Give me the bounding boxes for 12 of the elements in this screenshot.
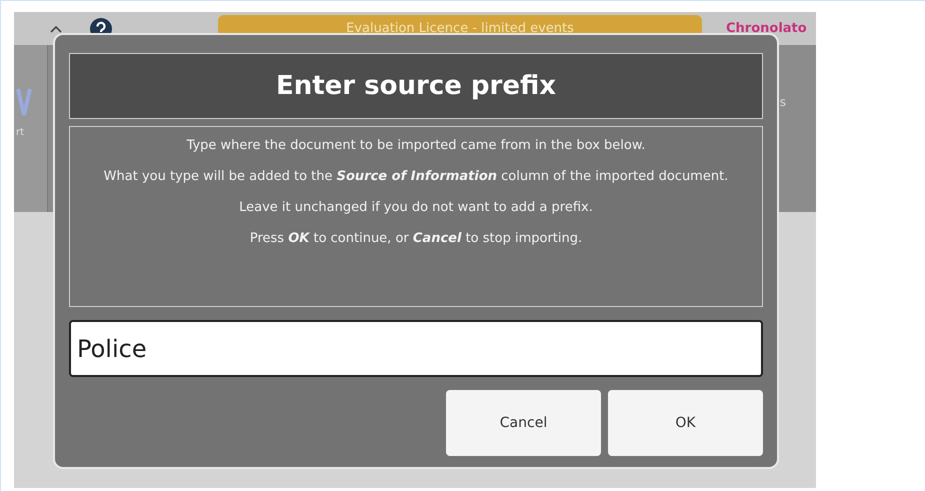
brand-name: Chronolato — [726, 20, 807, 38]
dialog-button[interactable]: OK — [608, 390, 763, 456]
toolbar-label: s — [780, 94, 786, 111]
instruction-text: What you type will be added to the Source of Information column of the imported document. — [104, 168, 728, 185]
dialog-title: Enter source prefix — [69, 53, 763, 119]
prefix-input-field[interactable]: Police — [69, 320, 763, 377]
instruction-text: Press OK to continue, or Cancel to stop importing. — [250, 230, 582, 247]
instruction-text: Type where the document to be imported came from in the box below. — [186, 137, 646, 154]
toolbar-label: rt — [16, 126, 26, 140]
chevron-up-icon[interactable] — [50, 24, 62, 32]
dialog-button[interactable]: Cancel — [446, 390, 601, 456]
instruction-text: Leave it unchanged if you do not want to add a prefix. — [239, 199, 593, 216]
